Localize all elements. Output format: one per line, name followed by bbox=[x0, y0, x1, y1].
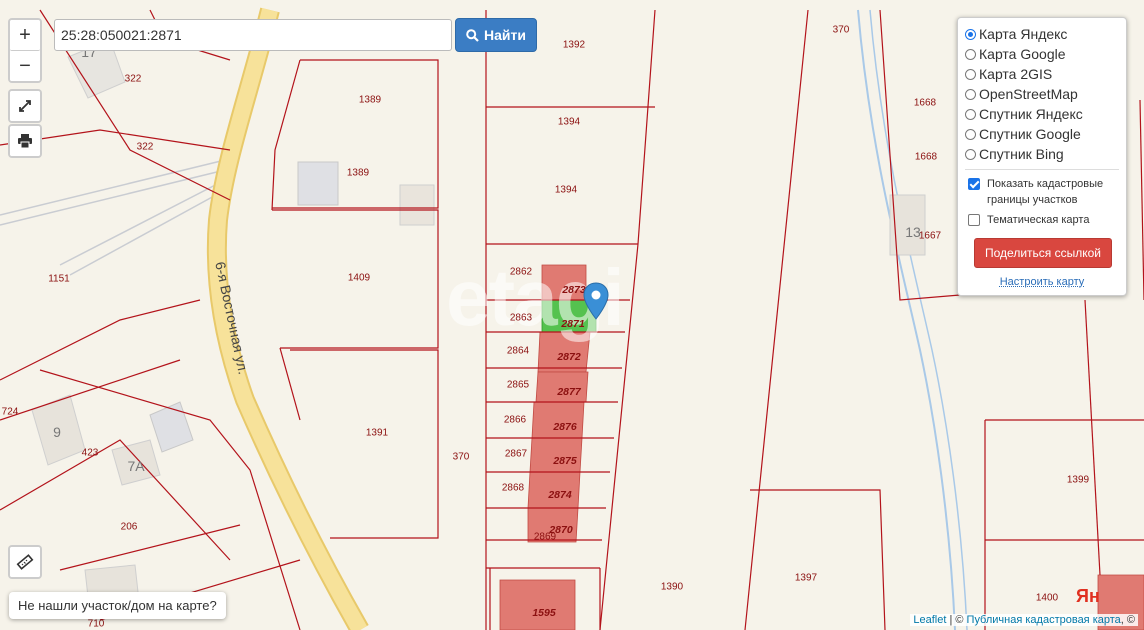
search-icon bbox=[466, 28, 479, 42]
plot-label: 1394 bbox=[554, 184, 578, 196]
cadastral-label: Показать кадастровые границы участков bbox=[987, 178, 1104, 206]
plot-label: 370 bbox=[452, 451, 470, 463]
plot-label: 1409 bbox=[347, 272, 371, 284]
parcel-label: 2872 bbox=[557, 351, 581, 363]
parcel-label: 2876 bbox=[553, 421, 577, 433]
layer-option[interactable]: Карта Google bbox=[965, 44, 1126, 64]
thematic-label: Тематическая карта bbox=[987, 214, 1090, 226]
layer-option-label: Спутник Bing bbox=[979, 146, 1064, 162]
layer-radio[interactable] bbox=[965, 128, 976, 140]
parcel-label: 2875 bbox=[553, 455, 577, 467]
layer-radio[interactable] bbox=[965, 28, 976, 40]
layer-option-label: OpenStreetMap bbox=[979, 86, 1078, 102]
plot-label: 2863 bbox=[509, 312, 533, 324]
plot-label: 2867 bbox=[504, 448, 528, 460]
cadastral-checkbox[interactable] bbox=[968, 178, 980, 190]
location-marker-icon[interactable] bbox=[583, 282, 609, 320]
zoom-in-button[interactable]: + bbox=[10, 20, 40, 51]
plot-label: 710 bbox=[87, 618, 105, 630]
parcel-label: 1595 bbox=[532, 607, 556, 619]
plot-label: 1151 bbox=[48, 273, 70, 285]
thematic-checkbox[interactable] bbox=[968, 214, 980, 226]
share-link-button[interactable]: Поделиться ссылкой bbox=[974, 238, 1112, 268]
house-number: 13 bbox=[905, 224, 921, 240]
house-number: 9 bbox=[53, 424, 61, 440]
zoom-control: + − bbox=[8, 18, 42, 83]
layers-divider bbox=[965, 169, 1119, 170]
ruler-icon bbox=[16, 554, 34, 570]
layer-option[interactable]: Карта Яндекс bbox=[965, 24, 1126, 44]
expand-icon bbox=[19, 100, 31, 112]
zoom-out-button[interactable]: − bbox=[10, 51, 40, 81]
print-button[interactable] bbox=[10, 126, 40, 156]
plot-label: 1389 bbox=[346, 167, 370, 179]
layer-option[interactable]: Карта 2GIS bbox=[965, 64, 1126, 84]
plot-label: 322 bbox=[136, 141, 154, 153]
plot-label: 1668 bbox=[914, 151, 938, 163]
not-found-button[interactable]: Не нашли участок/дом на карте? bbox=[9, 592, 226, 619]
plot-label: 2862 bbox=[509, 266, 533, 278]
fullscreen-control bbox=[8, 89, 42, 123]
layer-radio[interactable] bbox=[965, 88, 976, 100]
attribution-separator: | © bbox=[946, 614, 967, 626]
thematic-toggle[interactable]: Тематическая карта bbox=[965, 212, 1126, 228]
layer-option-label: Спутник Google bbox=[979, 126, 1081, 142]
layer-radio[interactable] bbox=[965, 148, 976, 160]
layer-radio[interactable] bbox=[965, 68, 976, 80]
layer-option[interactable]: Спутник Google bbox=[965, 124, 1126, 144]
cadastral-map-link[interactable]: Публичная кадастровая карта bbox=[967, 614, 1121, 626]
layer-option-label: Карта 2GIS bbox=[979, 66, 1053, 82]
setup-map-link[interactable]: Настроить карту bbox=[965, 276, 1126, 288]
find-button[interactable]: Найти bbox=[455, 18, 537, 52]
plot-label: 2868 bbox=[501, 482, 525, 494]
plot-label: 1399 bbox=[1066, 474, 1090, 486]
layer-radio[interactable] bbox=[965, 108, 976, 120]
plot-label: 1400 bbox=[1035, 592, 1059, 604]
yandex-logo: Ян bbox=[1076, 586, 1100, 606]
attribution: Leaflet | © Публичная кадастровая карта,… bbox=[910, 614, 1138, 626]
plot-label: 370 bbox=[832, 24, 850, 36]
plot-label: 1667 bbox=[918, 230, 942, 242]
parcel-label: 2871 bbox=[561, 318, 585, 330]
plot-label: 322 bbox=[124, 73, 142, 85]
ruler-control bbox=[8, 545, 42, 579]
parcel-label: 2877 bbox=[557, 386, 581, 398]
layer-option-label: Спутник Яндекс bbox=[979, 106, 1083, 122]
layer-option[interactable]: OpenStreetMap bbox=[965, 84, 1126, 104]
layer-radio[interactable] bbox=[965, 48, 976, 60]
plot-label: 1390 bbox=[660, 581, 684, 593]
measure-button[interactable] bbox=[10, 547, 40, 577]
plot-label: 423 bbox=[81, 447, 99, 459]
attribution-suffix: , © bbox=[1120, 614, 1135, 626]
house-number: 7А bbox=[127, 458, 145, 474]
parcel-label: 2870 bbox=[549, 524, 573, 536]
plot-label: 1392 bbox=[562, 39, 586, 51]
search-input[interactable]: 25:28:050021:2871 bbox=[54, 19, 452, 51]
plot-label: 2864 bbox=[506, 345, 530, 357]
plot-label: 1397 bbox=[794, 572, 818, 584]
plot-label: 206 bbox=[120, 521, 138, 533]
plot-label: 1394 bbox=[557, 116, 581, 128]
cadastral-toggle[interactable]: Показать кадастровые границы участков bbox=[965, 176, 1126, 208]
plot-label: 1391 bbox=[365, 427, 389, 439]
plot-label: 724 bbox=[1, 406, 19, 418]
print-control bbox=[8, 124, 42, 158]
plot-label: 1389 bbox=[358, 94, 382, 106]
find-button-label: Найти bbox=[484, 27, 526, 43]
layer-option-label: Карта Яндекс bbox=[979, 26, 1068, 42]
fullscreen-button[interactable] bbox=[10, 91, 40, 121]
plot-label: 2865 bbox=[506, 379, 530, 391]
printer-icon bbox=[18, 134, 32, 149]
parcel-label: 2874 bbox=[548, 489, 572, 501]
layer-option[interactable]: Спутник Bing bbox=[965, 144, 1126, 164]
plot-label: 1668 bbox=[913, 97, 937, 109]
layer-option-label: Карта Google bbox=[979, 46, 1066, 62]
plot-label: 2866 bbox=[503, 414, 527, 426]
layer-option[interactable]: Спутник Яндекс bbox=[965, 104, 1126, 124]
layers-panel: Карта Яндекс Карта Google Карта 2GIS OpenSt… bbox=[957, 17, 1127, 296]
leaflet-link[interactable]: Leaflet bbox=[913, 614, 946, 626]
